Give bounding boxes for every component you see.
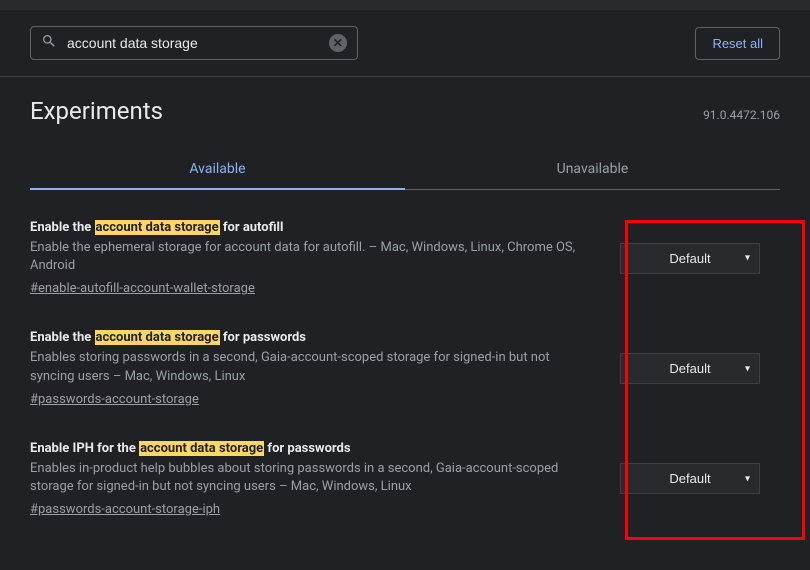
flag-description: Enables storing passwords in a second, G… bbox=[30, 349, 590, 385]
dropdown-wrap: Default bbox=[620, 243, 760, 274]
search-row: ✕ Reset all bbox=[0, 10, 810, 77]
dropdown-wrap: Default bbox=[620, 463, 760, 494]
flag-text: Enable the account data storage for pass… bbox=[30, 330, 590, 406]
search-icon bbox=[41, 33, 57, 53]
page-title: Experiments bbox=[30, 97, 163, 125]
search-input[interactable] bbox=[67, 35, 329, 51]
flag-anchor-link[interactable]: #enable-autofill-account-wallet-storage bbox=[30, 281, 255, 296]
version-label: 91.0.4472.106 bbox=[703, 108, 780, 122]
search-box[interactable]: ✕ bbox=[30, 26, 358, 60]
header-row: Experiments 91.0.4472.106 bbox=[30, 97, 780, 125]
flag-description: Enable the ephemeral storage for account… bbox=[30, 239, 590, 275]
dropdown-wrap: Default bbox=[620, 353, 760, 384]
flag-anchor-link[interactable]: #passwords-account-storage bbox=[30, 392, 199, 407]
flag-dropdown[interactable]: Default bbox=[620, 353, 760, 384]
flag-title: Enable IPH for the account data storage … bbox=[30, 441, 590, 456]
content: Experiments 91.0.4472.106 Available Unav… bbox=[0, 77, 810, 517]
flag-anchor-link[interactable]: #passwords-account-storage-iph bbox=[30, 502, 220, 517]
clear-search-icon[interactable]: ✕ bbox=[329, 34, 347, 52]
flag-text: Enable IPH for the account data storage … bbox=[30, 441, 590, 517]
flag-control: Default bbox=[610, 441, 770, 517]
flag-dropdown[interactable]: Default bbox=[620, 463, 760, 494]
tab-available[interactable]: Available bbox=[30, 149, 405, 189]
flag-title: Enable the account data storage for pass… bbox=[30, 330, 590, 345]
tabs: Available Unavailable bbox=[30, 149, 780, 190]
flag-row: Enable IPH for the account data storage … bbox=[30, 441, 780, 517]
flag-row: Enable the account data storage for auto… bbox=[30, 220, 780, 296]
flag-title: Enable the account data storage for auto… bbox=[30, 220, 590, 235]
flag-control: Default bbox=[610, 220, 770, 296]
flags-list: Enable the account data storage for auto… bbox=[30, 220, 780, 517]
flag-text: Enable the account data storage for auto… bbox=[30, 220, 590, 296]
flag-description: Enables in-product help bubbles about st… bbox=[30, 460, 590, 496]
flag-control: Default bbox=[610, 330, 770, 406]
tab-unavailable[interactable]: Unavailable bbox=[405, 149, 780, 189]
window-topbar bbox=[0, 0, 810, 10]
flag-row: Enable the account data storage for pass… bbox=[30, 330, 780, 406]
reset-all-button[interactable]: Reset all bbox=[695, 27, 780, 60]
flag-dropdown[interactable]: Default bbox=[620, 243, 760, 274]
